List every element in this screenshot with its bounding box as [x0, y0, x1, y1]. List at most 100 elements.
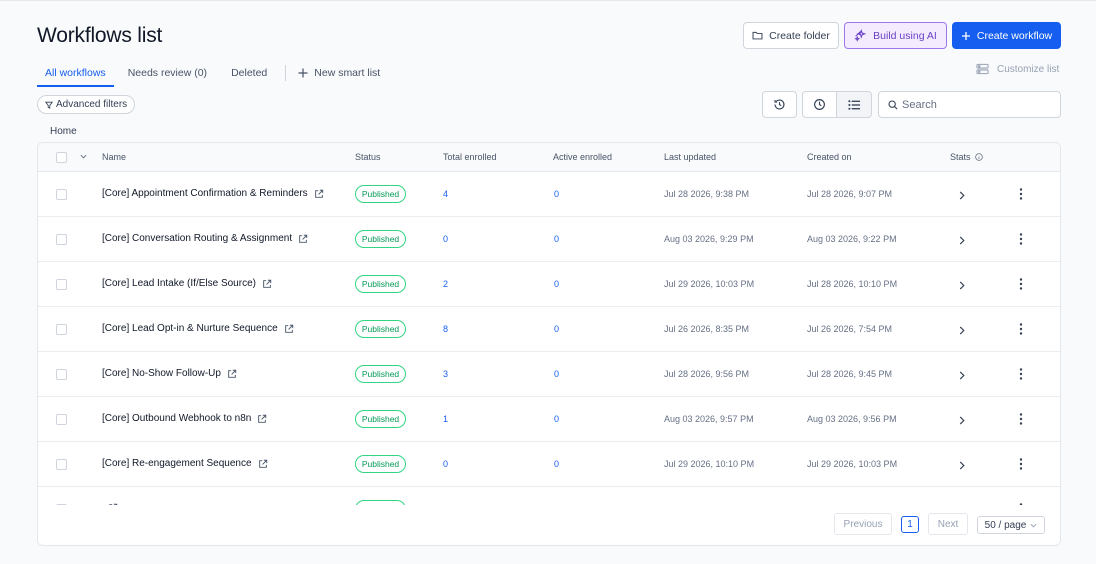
more-options-icon[interactable]	[1019, 278, 1023, 290]
column-name[interactable]: Name	[102, 152, 126, 162]
external-link-icon[interactable]	[314, 189, 324, 199]
total-enrolled-value[interactable]: 0	[443, 459, 448, 469]
column-created-on[interactable]: Created on	[807, 152, 852, 162]
workflow-name-cell[interactable]: [Core] Lead Opt‑in & Nurture Sequence	[102, 323, 294, 334]
workflow-name[interactable]: [Core] No‑Show Follow‑Up	[102, 368, 221, 379]
workflow-name[interactable]: [Core] Outbound Webhook to n8n	[102, 413, 251, 424]
history-button[interactable]	[762, 91, 797, 118]
workflow-name-cell[interactable]: [Core] Lead Intake (If/Else Source)	[102, 278, 272, 289]
last-updated-value: Jul 26 2026, 8:35 PM	[664, 324, 750, 334]
chevron-right-icon[interactable]	[959, 191, 965, 200]
external-link-icon[interactable]	[227, 369, 237, 379]
row-checkbox[interactable]	[56, 459, 67, 470]
page-size-label: 50 / page	[984, 519, 1027, 531]
row-checkbox[interactable]	[56, 414, 67, 425]
workflow-name[interactable]: [Core] Conversation Routing & Assignment	[102, 233, 292, 244]
total-enrolled-value[interactable]: 0	[443, 234, 448, 244]
external-link-icon[interactable]	[258, 459, 268, 469]
column-stats[interactable]: Stats	[950, 152, 983, 162]
more-options-icon[interactable]	[1019, 323, 1023, 335]
tab-needs-review[interactable]: Needs review (0)	[114, 61, 215, 85]
next-page-button[interactable]: Next	[928, 513, 968, 535]
table-row[interactable]: [Core] Conversation Routing & Assignment…	[38, 217, 1060, 262]
total-enrolled-value[interactable]: 3	[443, 369, 448, 379]
new-smart-list-button[interactable]: New smart list	[294, 61, 388, 85]
active-enrolled-value[interactable]: 0	[554, 459, 559, 469]
previous-page-button[interactable]: Previous	[834, 513, 892, 535]
chevron-right-icon[interactable]	[959, 461, 965, 470]
chevron-right-icon[interactable]	[959, 416, 965, 425]
row-checkbox[interactable]	[56, 189, 67, 200]
workflow-name-cell[interactable]: [Core] Re‑engagement Sequence	[102, 458, 268, 469]
active-enrolled-value[interactable]: 0	[554, 324, 559, 334]
workflow-name[interactable]: [Core] Appointment Confirmation & Remind…	[102, 188, 308, 199]
active-enrolled-value[interactable]: 0	[554, 189, 559, 199]
column-total-enrolled[interactable]: Total enrolled	[443, 152, 497, 162]
plus-icon	[298, 68, 308, 78]
table-row[interactable]: [Core] Lead Opt‑in & Nurture Sequence Pu…	[38, 307, 1060, 352]
column-status[interactable]: Status	[355, 152, 381, 162]
workflow-name-cell[interactable]: [Core] Appointment Confirmation & Remind…	[102, 188, 324, 199]
more-options-icon[interactable]	[1019, 368, 1023, 380]
tab-all-workflows[interactable]: All workflows	[37, 61, 114, 87]
workflow-name-cell[interactable]: [Core] No‑Show Follow‑Up	[102, 368, 237, 379]
table-row[interactable]: [Core] Appointment Confirmation & Remind…	[38, 172, 1060, 217]
workflow-name-cell[interactable]: [Core] Conversation Routing & Assignment	[102, 233, 308, 244]
workflow-name-cell[interactable]: [Core] Outbound Webhook to n8n	[102, 413, 267, 424]
select-all-checkbox[interactable]	[56, 152, 67, 163]
table-row[interactable]	[38, 487, 1060, 505]
tab-deleted[interactable]: Deleted	[215, 61, 275, 85]
external-link-icon[interactable]	[284, 324, 294, 334]
external-link-icon[interactable]	[257, 414, 267, 424]
table-row[interactable]: [Core] Re‑engagement Sequence Published …	[38, 442, 1060, 487]
active-enrolled-value[interactable]: 0	[554, 369, 559, 379]
more-options-icon[interactable]	[1019, 458, 1023, 470]
row-checkbox[interactable]	[56, 324, 67, 335]
list-view-button[interactable]	[836, 91, 872, 118]
build-using-ai-button[interactable]: Build using AI	[844, 22, 947, 49]
row-checkbox[interactable]	[56, 234, 67, 245]
table-row[interactable]: [Core] No‑Show Follow‑Up Published 3 0 J…	[38, 352, 1060, 397]
column-last-updated[interactable]: Last updated	[664, 152, 716, 162]
last-updated-value: Aug 03 2026, 9:57 PM	[664, 414, 754, 424]
workflow-name[interactable]: [Core] Re‑engagement Sequence	[102, 458, 252, 469]
build-using-ai-label: Build using AI	[873, 29, 937, 42]
info-icon	[974, 153, 983, 161]
chevron-right-icon[interactable]	[959, 281, 965, 290]
more-options-icon[interactable]	[1019, 188, 1023, 200]
create-folder-button[interactable]: Create folder	[743, 22, 839, 49]
page-number-button[interactable]: 1	[901, 516, 919, 533]
active-enrolled-value[interactable]: 0	[554, 279, 559, 289]
create-workflow-button[interactable]: Create workflow	[952, 22, 1061, 49]
page-size-select[interactable]: 50 / page	[977, 516, 1045, 534]
total-enrolled-value[interactable]: 4	[443, 189, 448, 199]
workflow-name[interactable]: [Core] Lead Opt‑in & Nurture Sequence	[102, 323, 278, 334]
recent-view-button[interactable]	[802, 91, 837, 118]
row-checkbox[interactable]	[56, 279, 67, 290]
total-enrolled-value[interactable]: 8	[443, 324, 448, 334]
active-enrolled-value[interactable]: 0	[554, 414, 559, 424]
customize-list-button[interactable]: Customize list	[976, 63, 1059, 75]
column-active-enrolled[interactable]: Active enrolled	[553, 152, 612, 162]
external-link-icon[interactable]	[262, 279, 272, 289]
advanced-filters-button[interactable]: Advanced filters	[37, 95, 136, 114]
clock-icon	[814, 99, 825, 110]
table-row[interactable]: [Core] Lead Intake (If/Else Source) Publ…	[38, 262, 1060, 307]
row-checkbox[interactable]	[56, 369, 67, 380]
chevron-right-icon[interactable]	[959, 236, 965, 245]
chevron-right-icon[interactable]	[959, 371, 965, 380]
breadcrumb[interactable]: Home	[50, 126, 77, 137]
total-enrolled-value[interactable]: 1	[443, 414, 448, 424]
active-enrolled-value[interactable]: 0	[554, 234, 559, 244]
more-options-icon[interactable]	[1019, 233, 1023, 245]
workflow-name[interactable]: [Core] Lead Intake (If/Else Source)	[102, 278, 256, 289]
more-options-icon[interactable]	[1019, 413, 1023, 425]
table-row[interactable]: [Core] Outbound Webhook to n8n Published…	[38, 397, 1060, 442]
layout-icon	[976, 63, 989, 75]
total-enrolled-value[interactable]: 2	[443, 279, 448, 289]
search-input[interactable]	[902, 98, 1052, 111]
search-box[interactable]	[878, 91, 1061, 118]
external-link-icon[interactable]	[298, 234, 308, 244]
chevron-right-icon[interactable]	[959, 326, 965, 335]
chevron-down-icon[interactable]	[80, 154, 87, 159]
